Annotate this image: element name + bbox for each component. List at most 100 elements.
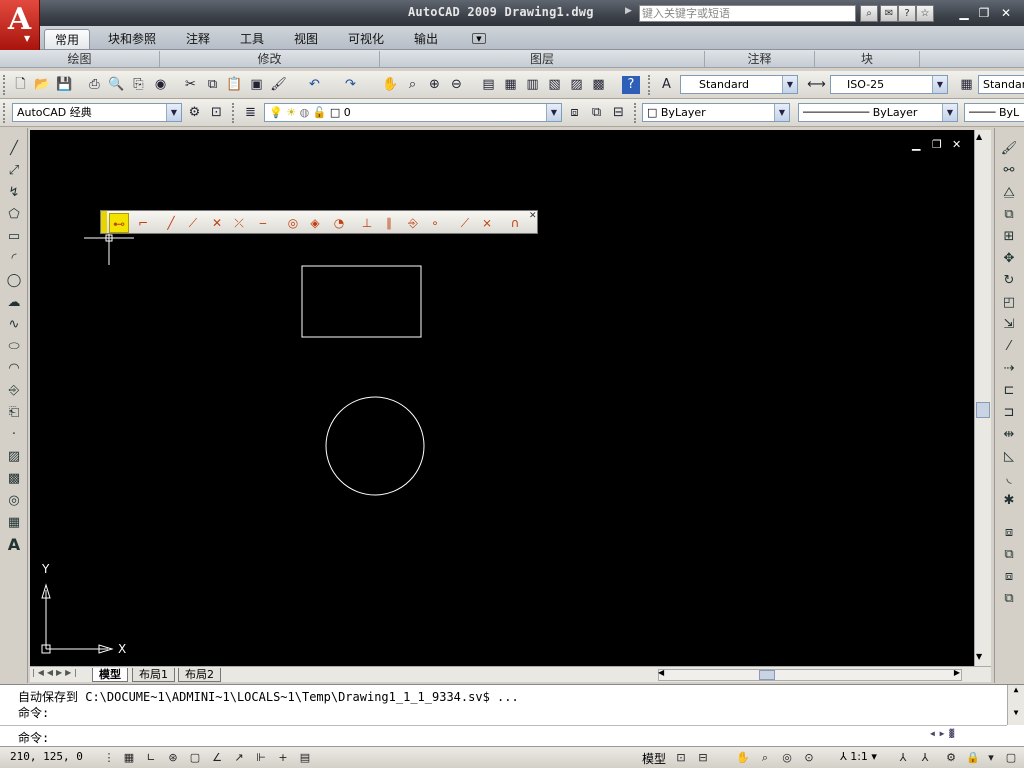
- hatch-icon[interactable]: ▨: [3, 446, 25, 467]
- copy-object-icon[interactable]: ⚯: [998, 160, 1020, 181]
- grid-display-icon[interactable]: ▦: [120, 749, 138, 767]
- polyline-icon[interactable]: ↯: [3, 182, 25, 203]
- publish-icon[interactable]: ⎘: [128, 74, 149, 95]
- linetype-select[interactable]: ────────── ByLayer ▼: [798, 103, 958, 122]
- insert-block-icon[interactable]: ⎆: [3, 380, 25, 401]
- zoom-realtime-icon[interactable]: ⌕: [402, 74, 423, 95]
- steering-wheel-icon[interactable]: ◎: [778, 749, 796, 767]
- panel-draw[interactable]: 绘图: [0, 51, 160, 67]
- snap-mode-icon[interactable]: ⋮: [100, 749, 118, 767]
- object-snap-tracking-icon[interactable]: ∠: [208, 749, 226, 767]
- scroll-up-icon[interactable]: ▲: [1008, 685, 1024, 694]
- workspace-settings-icon[interactable]: ⚙: [184, 102, 205, 123]
- snap-quadrant-icon[interactable]: ◈: [305, 213, 325, 233]
- erase-icon[interactable]: 🖌: [998, 138, 1020, 159]
- color-select[interactable]: □ ByLayer ▼: [642, 103, 790, 122]
- make-block-icon[interactable]: ⎗: [3, 402, 25, 423]
- tab-model[interactable]: 模型: [92, 668, 128, 682]
- snap-parallel-icon[interactable]: ∥: [379, 213, 399, 233]
- tab-blocks-references[interactable]: 块和参照: [98, 29, 166, 49]
- lineweight-select[interactable]: ──── ByL: [964, 103, 1024, 122]
- vertical-scrollbar[interactable]: ▲ ▼: [974, 130, 991, 666]
- paste-icon[interactable]: 📋: [224, 74, 245, 95]
- sheet-set-icon[interactable]: ▧: [544, 74, 565, 95]
- scroll-left-icon[interactable]: ◀: [658, 668, 664, 677]
- search-input[interactable]: 键入关键字或短语: [639, 5, 856, 22]
- plot-preview-icon[interactable]: 🔍: [106, 74, 127, 95]
- tab-home[interactable]: 常用: [44, 29, 91, 49]
- revision-cloud-icon[interactable]: ☁: [3, 292, 25, 313]
- minimize-icon[interactable]: ▁: [954, 5, 974, 21]
- join-icon[interactable]: ⇹: [998, 424, 1020, 445]
- 3d-dwf-icon[interactable]: ◉: [150, 74, 171, 95]
- circle-shape[interactable]: [325, 396, 425, 496]
- break-at-point-icon[interactable]: ⊏: [998, 380, 1020, 401]
- dim-style-select[interactable]: ISO-25 ▼: [830, 75, 948, 94]
- circle-icon[interactable]: ◯: [3, 270, 25, 291]
- tab-layout1[interactable]: 布局1: [132, 668, 175, 682]
- layer-properties-icon[interactable]: ≣: [240, 102, 261, 123]
- favorites-icon[interactable]: ☆: [916, 5, 934, 22]
- layer-states-icon[interactable]: ⊟: [608, 102, 629, 123]
- tab-visualize[interactable]: 可视化: [338, 29, 394, 49]
- rectangle-shape[interactable]: [301, 265, 422, 338]
- bring-to-front-icon[interactable]: ⧉: [998, 544, 1020, 565]
- snap-endpoint-icon[interactable]: ╱: [161, 213, 181, 233]
- layer-select[interactable]: 💡 ☀ ◍ 🔓 □ 0 ▼: [264, 103, 562, 122]
- tab-output[interactable]: 输出: [404, 29, 448, 49]
- offset-icon[interactable]: ⧉: [998, 204, 1020, 225]
- command-h-scroll[interactable]: ◀ ▶ ▓: [930, 729, 954, 738]
- fillet-icon[interactable]: ◟: [998, 468, 1020, 489]
- array-icon[interactable]: ⊞: [998, 226, 1020, 247]
- pan-icon[interactable]: ✋: [380, 74, 401, 95]
- snap-from-icon[interactable]: ⌐: [133, 213, 153, 233]
- zoom-window-icon[interactable]: ⊕: [424, 74, 445, 95]
- snap-perpendicular-icon[interactable]: ⊥: [357, 213, 377, 233]
- cut-icon[interactable]: ✂: [180, 74, 201, 95]
- help-search-icon[interactable]: ?: [898, 5, 916, 22]
- text-style-select[interactable]: Standard ▼: [680, 75, 798, 94]
- scroll-thumb[interactable]: [976, 402, 990, 418]
- open-file-icon[interactable]: 📂: [32, 74, 53, 95]
- dynamic-ucs-icon[interactable]: ↗: [230, 749, 248, 767]
- toolbar-lock-status-icon[interactable]: 🔒: [964, 749, 982, 767]
- zoom-previous-icon[interactable]: ⊖: [446, 74, 467, 95]
- lineweight-toggle-icon[interactable]: +: [274, 749, 292, 767]
- extend-icon[interactable]: ⇢: [998, 358, 1020, 379]
- scroll-down-icon[interactable]: ▼: [1008, 708, 1024, 717]
- ellipse-arc-icon[interactable]: ◠: [3, 358, 25, 379]
- arc-icon[interactable]: ◜: [3, 248, 25, 269]
- mirror-icon[interactable]: ⧋: [998, 182, 1020, 203]
- ribbon-toggle-icon[interactable]: ▼: [472, 33, 486, 44]
- temporary-track-point-icon[interactable]: ⊷: [109, 213, 129, 233]
- quick-view-drawings-icon[interactable]: ⊟: [694, 749, 712, 767]
- snap-extension-icon[interactable]: ‒: [253, 213, 273, 233]
- snap-insert-icon[interactable]: ⎆: [403, 213, 423, 233]
- quick-properties-icon[interactable]: ▤: [296, 749, 314, 767]
- chevron-down-icon[interactable]: ▼: [932, 76, 947, 93]
- panel-modify[interactable]: 修改: [160, 51, 380, 67]
- layer-on-icon[interactable]: 💡: [269, 106, 283, 119]
- explode-icon[interactable]: ✱: [998, 490, 1020, 511]
- scroll-thumb[interactable]: [759, 670, 775, 680]
- snap-none-icon[interactable]: ⨯: [477, 213, 497, 233]
- annotation-visibility-icon[interactable]: ⅄: [894, 749, 912, 767]
- horizontal-scrollbar[interactable]: ◀ ▶: [658, 668, 962, 681]
- snap-nearest-icon[interactable]: ⟋: [455, 213, 475, 233]
- chamfer-icon[interactable]: ◺: [998, 446, 1020, 467]
- chevron-down-icon[interactable]: ▼: [942, 104, 957, 121]
- tab-layout2[interactable]: 布局2: [178, 668, 221, 682]
- gradient-icon[interactable]: ▩: [3, 468, 25, 489]
- object-snap-icon[interactable]: ▢: [186, 749, 204, 767]
- scroll-down-icon[interactable]: ▼: [976, 652, 982, 661]
- undo-icon[interactable]: ↶: [304, 74, 325, 95]
- table-icon[interactable]: ▦: [3, 512, 25, 533]
- spline-icon[interactable]: ∿: [3, 314, 25, 335]
- tab-nav-arrows-icon[interactable]: |◀◀▶▶|: [32, 668, 80, 677]
- osnap-settings-icon[interactable]: ∩: [505, 213, 525, 233]
- zoom-status-icon[interactable]: ⌕: [756, 749, 774, 767]
- line-icon[interactable]: ╱: [3, 138, 25, 159]
- point-icon[interactable]: ·: [3, 424, 25, 445]
- search-icon[interactable]: ⌕: [860, 5, 878, 22]
- command-prompt[interactable]: 命令:: [18, 729, 49, 746]
